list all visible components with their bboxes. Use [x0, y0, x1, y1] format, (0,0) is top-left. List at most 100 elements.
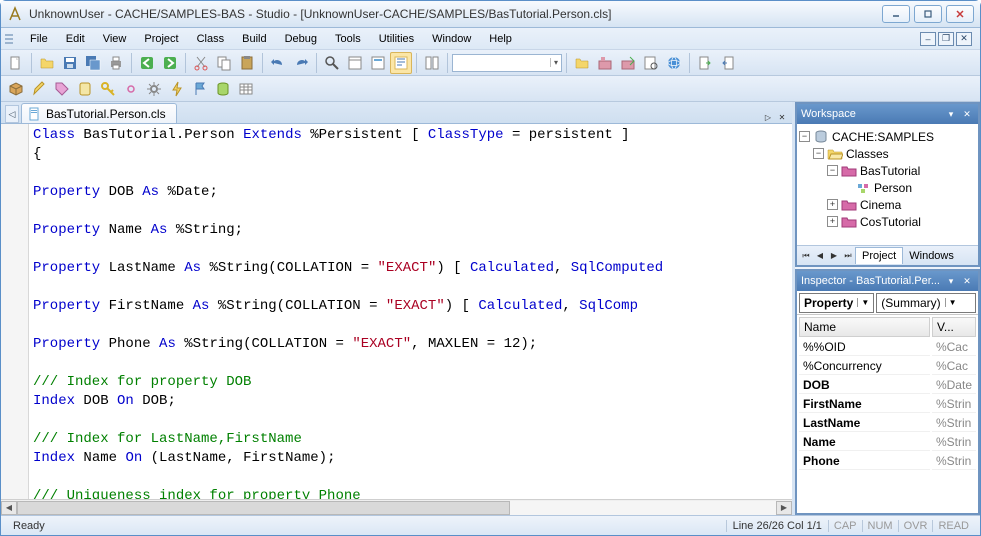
- view-toggle-3[interactable]: [390, 52, 412, 74]
- menu-file[interactable]: File: [21, 30, 57, 48]
- rebuild-button[interactable]: [617, 52, 639, 74]
- hscroll-thumb[interactable]: [17, 501, 510, 515]
- view-toggle-1[interactable]: [344, 52, 366, 74]
- key-icon[interactable]: [97, 78, 119, 100]
- view-toggle-2[interactable]: [367, 52, 389, 74]
- ws-nav-last[interactable]: ⏭: [841, 249, 855, 263]
- nav-back-button[interactable]: [136, 52, 158, 74]
- globe-button[interactable]: [663, 52, 685, 74]
- ws-tab-windows[interactable]: Windows: [903, 248, 960, 264]
- ws-nav-first[interactable]: ⏮: [799, 249, 813, 263]
- open-button[interactable]: [36, 52, 58, 74]
- inspector-col-value[interactable]: V...: [932, 317, 976, 337]
- workspace-panel-header[interactable]: Workspace ▾ ✕: [797, 104, 978, 124]
- close-button[interactable]: [946, 5, 974, 23]
- panel-close-icon[interactable]: ✕: [960, 107, 974, 121]
- lightning-icon[interactable]: [166, 78, 188, 100]
- inspector-row[interactable]: Phone%Strin: [799, 453, 976, 470]
- box-icon[interactable]: [5, 78, 27, 100]
- table-icon[interactable]: [235, 78, 257, 100]
- mdi-minimize-button[interactable]: –: [920, 32, 936, 46]
- expand-icon[interactable]: +: [827, 216, 838, 227]
- expand-icon[interactable]: −: [799, 131, 810, 142]
- inspector-row[interactable]: FirstName%Strin: [799, 396, 976, 413]
- mdi-close-button[interactable]: ✕: [956, 32, 972, 46]
- window-split-button[interactable]: [421, 52, 443, 74]
- menu-utilities[interactable]: Utilities: [370, 30, 423, 48]
- tree-package-bastutorial[interactable]: −BasTutorial: [799, 162, 976, 179]
- export-button[interactable]: [694, 52, 716, 74]
- tree-classes[interactable]: − Classes: [799, 145, 976, 162]
- hscroll-left[interactable]: ◀: [1, 501, 17, 515]
- menu-project[interactable]: Project: [135, 30, 187, 48]
- maximize-button[interactable]: [914, 5, 942, 23]
- minimize-button[interactable]: [882, 5, 910, 23]
- tab-scroll-left[interactable]: ◁: [5, 105, 19, 123]
- ws-nav-prev[interactable]: ◀: [813, 249, 827, 263]
- new-button[interactable]: [5, 52, 27, 74]
- inspector-row[interactable]: LastName%Strin: [799, 415, 976, 432]
- inspector-row[interactable]: Name%Strin: [799, 434, 976, 451]
- print-button[interactable]: [105, 52, 127, 74]
- tag-icon[interactable]: [51, 78, 73, 100]
- save-all-button[interactable]: [82, 52, 104, 74]
- editor-tab[interactable]: BasTutorial.Person.cls: [21, 103, 177, 123]
- expand-icon[interactable]: −: [827, 165, 838, 176]
- menu-debug[interactable]: Debug: [276, 30, 326, 48]
- inspector-type-combo[interactable]: Property▼: [799, 293, 874, 313]
- menu-tools[interactable]: Tools: [326, 30, 370, 48]
- inspector-row[interactable]: %Concurrency%Cac: [799, 358, 976, 375]
- flag-icon[interactable]: [189, 78, 211, 100]
- menu-build[interactable]: Build: [233, 30, 275, 48]
- expand-icon[interactable]: +: [827, 199, 838, 210]
- scroll-icon[interactable]: [74, 78, 96, 100]
- cut-button[interactable]: [190, 52, 212, 74]
- panel-close-icon[interactable]: ✕: [960, 274, 974, 288]
- tree-package-costutorial[interactable]: +CosTutorial: [799, 213, 976, 230]
- nav-forward-button[interactable]: [159, 52, 181, 74]
- expand-icon[interactable]: −: [813, 148, 824, 159]
- horizontal-scrollbar[interactable]: ◀ ▶: [1, 499, 792, 515]
- ws-tab-project[interactable]: Project: [855, 247, 903, 264]
- save-button[interactable]: [59, 52, 81, 74]
- inspector-view-combo[interactable]: (Summary)▼: [876, 293, 976, 313]
- menu-edit[interactable]: Edit: [57, 30, 94, 48]
- inspector-col-name[interactable]: Name: [799, 317, 930, 337]
- paste-button[interactable]: [236, 52, 258, 74]
- inspector-panel-header[interactable]: Inspector - BasTutorial.Per... ▾ ✕: [797, 271, 978, 291]
- inspector-row[interactable]: %%OID%Cac: [799, 339, 976, 356]
- workspace-tree[interactable]: − CACHE:SAMPLES − Classes −BasTutorialPe…: [797, 124, 978, 234]
- build-button[interactable]: [594, 52, 616, 74]
- brush-icon[interactable]: [28, 78, 50, 100]
- tab-close-button[interactable]: ✕: [776, 111, 788, 123]
- undo-button[interactable]: [267, 52, 289, 74]
- menu-help[interactable]: Help: [480, 30, 521, 48]
- show-plan-button[interactable]: [640, 52, 662, 74]
- menu-window[interactable]: Window: [423, 30, 480, 48]
- status-cap: CAP: [828, 520, 862, 532]
- link-icon[interactable]: [120, 78, 142, 100]
- menu-class[interactable]: Class: [188, 30, 234, 48]
- find-button[interactable]: [321, 52, 343, 74]
- inspector-row[interactable]: DOB%Date: [799, 377, 976, 394]
- ws-nav-next[interactable]: ▶: [827, 249, 841, 263]
- menu-grip[interactable]: [5, 32, 17, 46]
- inspector-grid[interactable]: Name V... %%OID%Cac %Concurrency%Cac DOB%D…: [797, 315, 978, 472]
- compile-button[interactable]: [571, 52, 593, 74]
- tree-class-person[interactable]: Person: [799, 179, 976, 196]
- import-button[interactable]: [717, 52, 739, 74]
- gear-icon[interactable]: [143, 78, 165, 100]
- tab-scroll-right[interactable]: ▷: [762, 111, 774, 123]
- copy-button[interactable]: [213, 52, 235, 74]
- tree-package-cinema[interactable]: +Cinema: [799, 196, 976, 213]
- hscroll-right[interactable]: ▶: [776, 501, 792, 515]
- toolbar-combo[interactable]: [452, 54, 562, 72]
- panel-menu-icon[interactable]: ▾: [944, 274, 958, 288]
- code-editor[interactable]: Class BasTutorial.Person Extends %Persis…: [1, 124, 792, 499]
- mdi-restore-button[interactable]: ❐: [938, 32, 954, 46]
- menu-view[interactable]: View: [94, 30, 136, 48]
- panel-menu-icon[interactable]: ▾: [944, 107, 958, 121]
- tree-root[interactable]: − CACHE:SAMPLES: [799, 128, 976, 145]
- redo-button[interactable]: [290, 52, 312, 74]
- database-icon[interactable]: [212, 78, 234, 100]
